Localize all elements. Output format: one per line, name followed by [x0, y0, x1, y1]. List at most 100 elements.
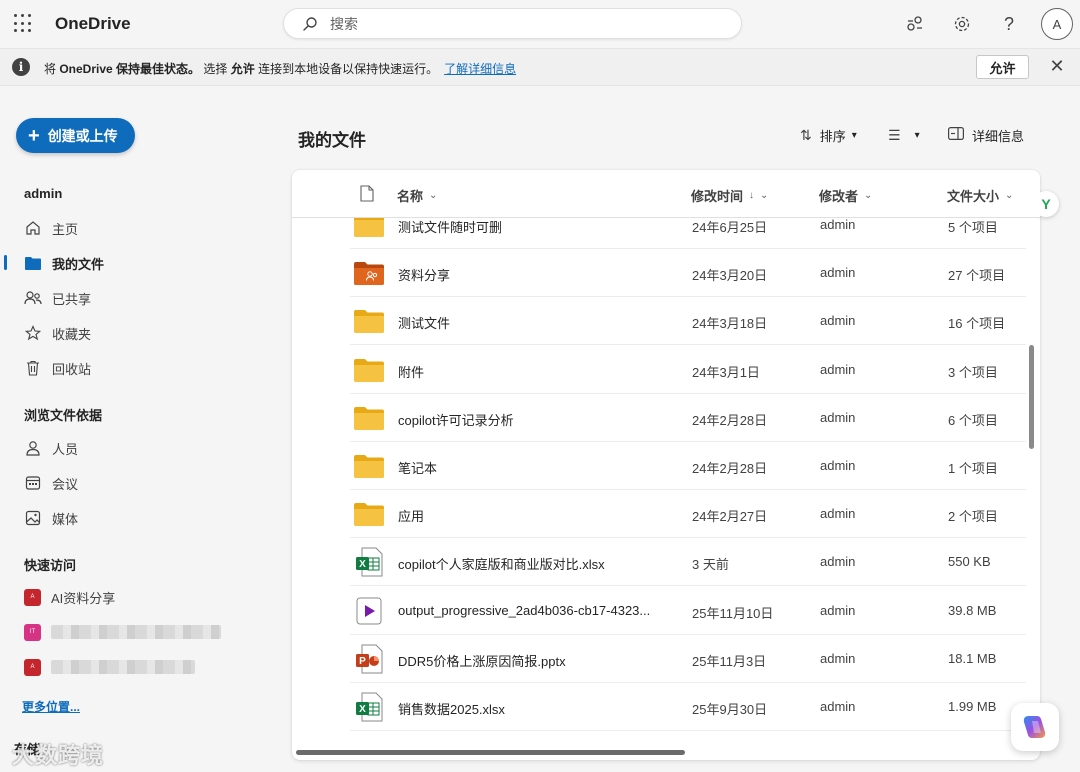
file-modified-by: admin [820, 313, 856, 329]
file-row[interactable]: 附件 24年3月1日 admin 3 个项目 [350, 346, 1026, 394]
sidebar-item-media[interactable]: 媒体 [24, 507, 78, 529]
sidebar-item-favorites[interactable]: 收藏夹 [24, 322, 91, 344]
folder-icon [354, 309, 384, 334]
file-modified-by: admin [820, 217, 856, 232]
column-header-modified-by[interactable]: 修改者 ⌄ [819, 186, 872, 205]
file-row[interactable]: X 销售数据2025.xlsx 25年9月30日 admin 1.99 MB [350, 683, 1026, 731]
file-modified: 3 天前 [692, 557, 729, 573]
copilot-button[interactable] [1011, 703, 1059, 751]
file-size: 550 KB [948, 554, 991, 570]
close-icon[interactable]: ✕ [1047, 56, 1067, 76]
file-size: 1 个项目 [948, 461, 998, 476]
quick-item-blurred-2[interactable]: A [24, 656, 195, 678]
sidebar-item-label: 已共享 [52, 291, 92, 307]
search-box[interactable] [283, 8, 742, 39]
star-icon [24, 324, 42, 342]
file-row[interactable]: Xcopilot个人家庭版和商业版对比.xlsx 3 天前 admin 550 KB [350, 538, 1026, 587]
file-size: 39.8 MB [948, 602, 997, 618]
sidebar-item-my-files[interactable]: 我的文件 [24, 252, 104, 274]
info-text-bold-2: 允许 [230, 62, 255, 76]
column-header-size[interactable]: 文件大小 ⌄ [947, 186, 1013, 205]
column-header-name[interactable]: 名称 ⌄ [397, 186, 437, 205]
file-name[interactable]: output_progressive_2ad4b036-cb17-4323... [398, 603, 668, 618]
app-name[interactable]: OneDrive [55, 14, 131, 34]
svg-text:X: X [359, 704, 366, 715]
list-view-icon: ☰ [888, 126, 901, 143]
share-feed-icon[interactable] [903, 12, 927, 36]
waffle-icon[interactable] [14, 14, 34, 34]
file-size: 27 个项目 [948, 268, 1006, 284]
file-row[interactable]: 应用 24年2月27日 admin 2 个项目 [350, 490, 1026, 539]
watermark: 大数跨境 [12, 738, 104, 770]
file-modified-by: admin [820, 265, 856, 281]
file-name[interactable]: 笔记本 [398, 458, 668, 477]
search-input[interactable] [330, 15, 710, 33]
search-icon [303, 17, 317, 31]
quick-item-ai-share[interactable]: A AI资料分享 [24, 586, 115, 608]
file-type-header-icon[interactable] [360, 185, 374, 202]
file-name[interactable]: copilot许可记录分析 [398, 410, 668, 429]
trash-icon [24, 359, 42, 377]
help-icon[interactable]: ? [997, 12, 1021, 36]
file-name[interactable]: 应用 [398, 506, 668, 525]
file-modified-by: admin [820, 602, 856, 618]
file-name[interactable]: 销售数据2025.xlsx [398, 699, 668, 718]
file-row[interactable]: copilot许可记录分析 24年2月28日 admin 6 个项目 [350, 394, 1026, 442]
allow-button[interactable]: 允许 [976, 55, 1029, 79]
svg-text:X: X [359, 559, 366, 570]
file-modified: 24年3月20日 [692, 268, 768, 284]
file-modified: 25年9月30日 [692, 702, 768, 717]
avatar[interactable]: A [1041, 8, 1073, 40]
file-name[interactable]: 测试文件随时可删 [398, 217, 668, 236]
file-modified: 24年2月28日 [692, 412, 768, 428]
file-modified: 25年11月3日 [692, 653, 767, 669]
file-modified-by: admin [820, 650, 856, 666]
column-modified-by-label: 修改者 [819, 189, 859, 204]
sidebar-item-shared[interactable]: 已共享 [24, 287, 91, 309]
svg-text:P: P [359, 656, 366, 667]
list-header: 名称 ⌄ 修改时间 ↓ ⌄ 修改者 ⌄ 文件大小 ⌄ [292, 170, 1040, 218]
file-name[interactable]: 测试文件 [398, 313, 668, 332]
quick-item-blurred-1[interactable]: IT [24, 621, 221, 643]
sort-button[interactable]: ⇅ 排序 ▾ [800, 125, 857, 145]
file-modified-by: admin [820, 699, 856, 714]
info-text-1: 将 [44, 62, 60, 76]
details-pane-button[interactable]: 详细信息 [948, 125, 1024, 145]
vertical-scrollbar[interactable] [1029, 345, 1034, 449]
column-header-modified[interactable]: 修改时间 ↓ ⌄ [691, 186, 768, 205]
file-size: 5 个项目 [948, 220, 998, 235]
horizontal-scrollbar[interactable] [296, 750, 685, 755]
info-bar: i 将 OneDrive 保持最佳状态。 选择 允许 连接到本地设备以保持快速运… [0, 48, 1080, 86]
sidebar-item-label: 收藏夹 [52, 326, 92, 342]
file-row[interactable]: 笔记本 24年2月28日 admin 1 个项目 [350, 442, 1026, 490]
file-name[interactable]: copilot个人家庭版和商业版对比.xlsx [398, 554, 668, 573]
sidebar-item-label: 人员 [52, 441, 79, 457]
file-row[interactable]: 资料分享 24年3月20日 admin 27 个项目 [350, 249, 1026, 298]
file-size: 2 个项目 [948, 509, 998, 525]
sidebar-item-meetings[interactable]: 会议 [24, 472, 78, 494]
file-modified-by: admin [820, 409, 856, 425]
view-options-button[interactable]: ☰ ▾ [888, 125, 920, 145]
file-list-panel: 名称 ⌄ 修改时间 ↓ ⌄ 修改者 ⌄ 文件大小 ⌄ 测试文件随时可删 24年6月25日 ad… [292, 170, 1040, 760]
file-modified: 24年3月18日 [692, 316, 768, 332]
info-text-2: 选择 [200, 62, 231, 76]
create-upload-label: 创建或上传 [47, 127, 118, 144]
video-file-icon [354, 596, 384, 626]
file-name[interactable]: DDR5价格上涨原因简报.pptx [398, 651, 668, 670]
file-row[interactable]: 测试文件 24年3月18日 admin 16 个项目 [350, 297, 1026, 346]
site-badge-icon: IT [24, 623, 41, 641]
folder-icon [354, 406, 384, 430]
file-name[interactable]: 附件 [398, 362, 668, 381]
learn-more-link[interactable]: 了解详细信息 [444, 62, 516, 76]
sidebar-item-people[interactable]: 人员 [24, 437, 78, 459]
create-upload-button[interactable]: + 创建或上传 [16, 118, 135, 153]
sidebar-item-home[interactable]: 主页 [24, 217, 78, 239]
file-modified-by: admin [820, 458, 856, 473]
more-places-link[interactable]: 更多位置... [22, 698, 80, 715]
file-row[interactable]: P DDR5价格上涨原因简报.pptx 25年11月3日 admin 18.1 MB [350, 635, 1026, 683]
sidebar-item-recycle-bin[interactable]: 回收站 [24, 357, 91, 379]
file-name[interactable]: 资料分享 [398, 265, 668, 284]
sidebar-item-label: 媒体 [52, 511, 79, 527]
gear-icon[interactable] [950, 12, 974, 36]
file-row[interactable]: output_progressive_2ad4b036-cb17-4323...… [350, 587, 1026, 635]
